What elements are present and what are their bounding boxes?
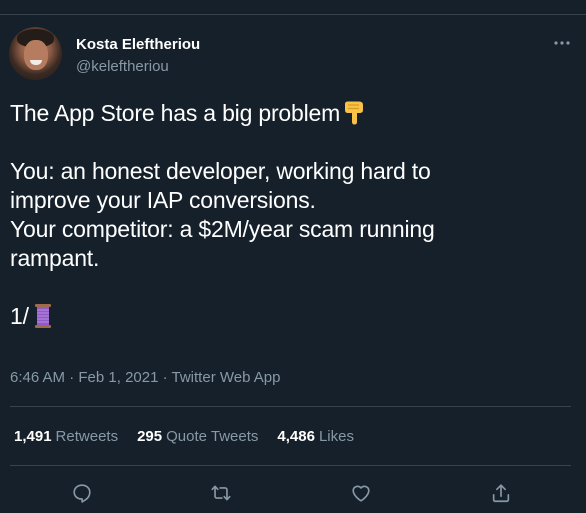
like-button[interactable] — [348, 480, 374, 506]
top-divider — [0, 14, 586, 15]
likes-count: 4,486 — [277, 428, 315, 445]
quote-tweets-label: Quote Tweets — [166, 428, 259, 445]
meta-separator: · — [158, 369, 172, 386]
share-icon — [492, 484, 510, 503]
tweet-text: The App Store has a big problem You: an … — [10, 99, 570, 331]
retweets-count: 1,491 — [14, 428, 52, 445]
reply-button[interactable] — [69, 480, 95, 506]
tweet-line-3: improve your IAP conversions. — [10, 187, 316, 213]
retweets-label: Retweets — [55, 428, 119, 445]
tweet-line-1-text: The App Store has a big problem — [10, 100, 341, 126]
thread-spool-emoji-icon — [34, 304, 51, 328]
author-display-name[interactable]: Kosta Eleftheriou — [76, 36, 200, 53]
tweet-source-app[interactable]: Twitter Web App — [172, 369, 281, 386]
reply-icon — [73, 484, 91, 503]
tweet-line-6-text: 1/ — [10, 303, 29, 329]
tweet-line-1: The App Store has a big problem — [10, 99, 570, 128]
divider — [10, 465, 571, 466]
tweet-line-4: Your competitor: a $2M/year scam running — [10, 216, 435, 242]
tweet-paragraph-gap — [10, 128, 570, 157]
author-handle[interactable]: @keleftheriou — [76, 58, 169, 75]
pointing-down-emoji-icon — [345, 101, 364, 125]
engagement-stats: 1,491 Retweets 295 Quote Tweets 4,486 Likes — [14, 428, 373, 445]
share-button[interactable] — [488, 480, 514, 506]
tweet-date[interactable]: Feb 1, 2021 — [78, 369, 158, 386]
avatar[interactable] — [9, 27, 62, 80]
divider — [10, 406, 571, 407]
like-icon — [352, 485, 370, 502]
tweet-paragraph-gap — [10, 273, 570, 302]
tweet-line-2: You: an honest developer, working hard t… — [10, 158, 431, 184]
quote-tweets-stat[interactable]: 295 Quote Tweets — [137, 428, 258, 445]
likes-stat[interactable]: 4,486 Likes — [277, 428, 354, 445]
likes-label: Likes — [318, 428, 354, 445]
meta-separator: · — [65, 369, 79, 386]
tweet-meta: 6:46 AM · Feb 1, 2021 · Twitter Web App — [10, 369, 280, 386]
more-options-icon[interactable] — [553, 38, 571, 48]
retweet-button[interactable] — [208, 480, 234, 506]
tweet-line-6: 1/ — [10, 302, 570, 331]
retweet-icon — [211, 485, 231, 501]
tweet-time[interactable]: 6:46 AM — [10, 369, 65, 386]
retweets-stat[interactable]: 1,491 Retweets — [14, 428, 118, 445]
avatar-face — [24, 40, 48, 70]
quote-tweets-count: 295 — [137, 428, 163, 445]
tweet-line-5: rampant. — [10, 245, 100, 271]
